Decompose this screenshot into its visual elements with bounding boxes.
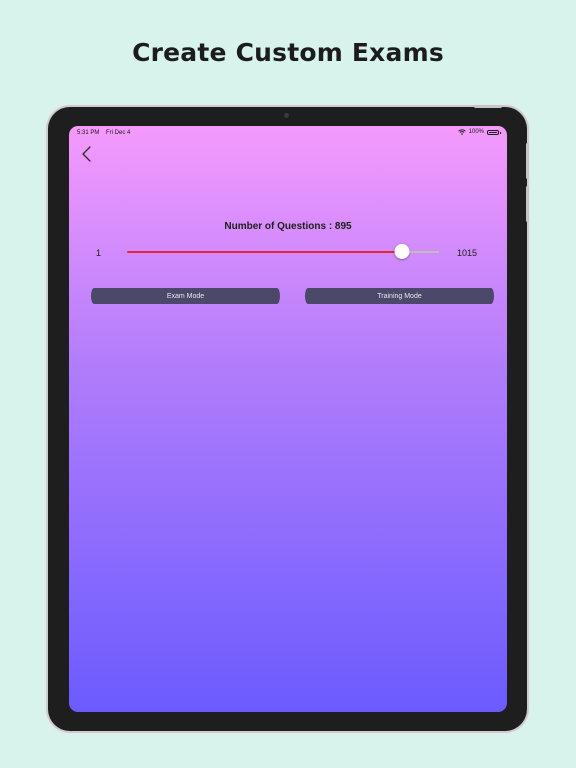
training-mode-button[interactable]: Training Mode <box>305 288 494 304</box>
slider-fill <box>127 251 403 253</box>
questions-slider[interactable] <box>127 244 439 260</box>
device-top-button <box>474 105 502 108</box>
device-volume-up-button <box>526 143 529 179</box>
chevron-left-icon <box>82 146 91 162</box>
battery-percent: 100% <box>468 129 484 135</box>
device-volume-down-button <box>526 186 529 222</box>
slider-max-label: 1015 <box>457 248 478 258</box>
app-screen: 5:31 PM Fri Dec 4 100% Number of Questio… <box>69 126 507 712</box>
training-mode-label: Training Mode <box>377 292 422 300</box>
status-time: 5:31 PM <box>77 130 100 136</box>
page-headline: Create Custom Exams <box>132 38 444 67</box>
battery-icon <box>487 129 501 135</box>
battery-fill <box>489 131 497 133</box>
questions-count-label: Number of Questions : 895 <box>224 221 352 232</box>
status-date: Fri Dec 4 <box>106 130 131 136</box>
back-button[interactable] <box>79 143 99 165</box>
exam-mode-button[interactable]: Exam Mode <box>91 288 280 304</box>
slider-min-label: 1 <box>96 248 102 258</box>
status-bar: 5:31 PM Fri Dec 4 100% <box>69 126 507 140</box>
slider-thumb[interactable] <box>394 244 410 259</box>
camera-icon <box>284 113 289 118</box>
exam-mode-label: Exam Mode <box>166 292 205 300</box>
status-right: 100% <box>457 129 501 135</box>
wifi-icon <box>457 129 466 135</box>
